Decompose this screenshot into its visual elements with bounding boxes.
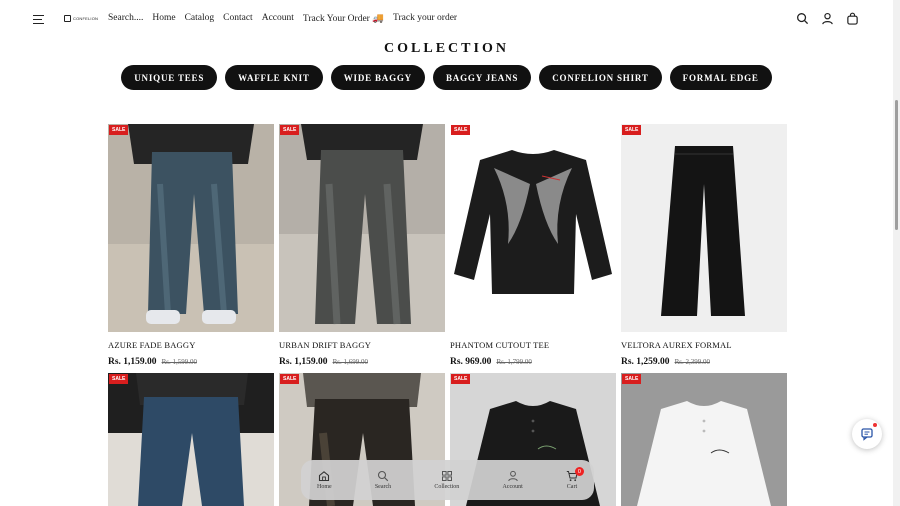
nav-account[interactable]: Account (262, 13, 294, 24)
bottom-nav-label: Account (502, 484, 523, 490)
jeans-photo (279, 124, 445, 332)
nav-home[interactable]: Home (152, 13, 175, 24)
logo-mark (64, 15, 71, 22)
nav-track-order[interactable]: Track Your Order 🚚 (303, 13, 384, 24)
product-card[interactable]: SALE (621, 373, 787, 506)
bottom-nav-cart[interactable]: 0 Cart (566, 460, 584, 500)
nav-search[interactable]: Search.... (108, 13, 143, 24)
product-image[interactable]: SALE (279, 124, 445, 332)
chat-button[interactable] (852, 419, 882, 449)
sale-badge: SALE (280, 125, 300, 135)
pill-unique-tees[interactable]: UNIQUE TEES (121, 65, 218, 90)
pill-waffle-knit[interactable]: WAFFLE KNIT (225, 65, 323, 90)
sale-price: Rs. 1,159.00 (108, 357, 157, 367)
product-name[interactable]: VELTORA AUREX FORMAL (621, 340, 787, 350)
pill-formal-edge[interactable]: FORMAL EDGE (669, 65, 772, 90)
search-icon (377, 470, 389, 482)
tee-photo (450, 124, 616, 332)
sale-price: Rs. 1,159.00 (279, 357, 328, 367)
product-card[interactable]: SALE (108, 373, 274, 506)
sale-badge: SALE (109, 125, 129, 135)
chat-icon (861, 428, 873, 441)
site-header: CONFELION Search.... Home Catalog Contac… (0, 0, 893, 40)
sale-badge: SALE (622, 374, 642, 384)
bottom-nav-account[interactable]: Account (502, 460, 523, 500)
product-prices: Rs. 969.00 Rs. 1,799.00 (450, 357, 616, 367)
user-icon (507, 470, 518, 482)
product-image[interactable]: SALE (450, 124, 616, 332)
sale-badge: SALE (451, 125, 471, 135)
nav-contact[interactable]: Contact (223, 13, 253, 24)
product-card[interactable]: SALE URBAN DRIFT BAGGY Rs. 1,159.00 Rs. … (279, 124, 445, 367)
menu-icon[interactable] (33, 15, 44, 25)
scrollbar-thumb[interactable] (895, 100, 898, 230)
notification-dot (873, 423, 877, 427)
original-price: Rs. 1,699.00 (332, 358, 368, 366)
product-name[interactable]: URBAN DRIFT BAGGY (279, 340, 445, 350)
collection-title: COLLECTION (384, 41, 509, 56)
bottom-nav-search[interactable]: Search (375, 460, 391, 500)
sale-badge: SALE (451, 374, 471, 384)
bag-icon[interactable] (846, 12, 859, 25)
product-name[interactable]: PHANTOM CUTOUT TEE (450, 340, 616, 350)
home-icon (319, 471, 330, 482)
account-icon[interactable] (821, 12, 834, 25)
product-image[interactable]: SALE (108, 373, 274, 506)
henley-photo (621, 373, 787, 506)
site-logo[interactable]: CONFELION (64, 15, 98, 22)
search-icon[interactable] (796, 12, 809, 25)
header-icons (796, 12, 859, 25)
product-image[interactable]: SALE (108, 124, 274, 332)
original-price: Rs. 1,799.00 (496, 358, 532, 366)
main-nav: Search.... Home Catalog Contact Account … (108, 13, 457, 24)
pill-wide-baggy[interactable]: WIDE BAGGY (330, 65, 425, 90)
original-price: Rs. 2,399.00 (674, 358, 710, 366)
sale-badge: SALE (280, 374, 300, 384)
logo-text: CONFELION (73, 16, 99, 21)
product-prices: Rs. 1,259.00 Rs. 2,399.00 (621, 357, 787, 367)
product-card[interactable]: SALE VELTORA AUREX FORMAL Rs. 1,259.00 R… (621, 124, 787, 367)
product-image[interactable]: SALE (621, 373, 787, 506)
sale-price: Rs. 1,259.00 (621, 357, 670, 367)
cart-count-badge: 0 (574, 467, 584, 476)
collection-pills: UNIQUE TEES WAFFLE KNIT WIDE BAGGY BAGGY… (0, 65, 893, 90)
product-prices: Rs. 1,159.00 Rs. 1,699.00 (279, 357, 445, 367)
product-name[interactable]: AZURE FADE BAGGY (108, 340, 274, 350)
bottom-nav-label: Search (374, 484, 392, 490)
bottom-nav-label: Collection (434, 484, 460, 490)
bottom-nav: Home Search Collection Account 0 Cart (301, 460, 594, 500)
nav-track-order-2[interactable]: Track your order (393, 13, 457, 24)
bottom-nav-label: Cart (566, 484, 578, 490)
page-scrollbar[interactable] (893, 0, 900, 506)
original-price: Rs. 1,599.00 (161, 358, 197, 366)
bottom-nav-label: Home (317, 484, 332, 490)
pill-baggy-jeans[interactable]: BAGGY JEANS (432, 65, 532, 90)
jeans-photo (108, 124, 274, 332)
sale-badge: SALE (622, 125, 642, 135)
sale-badge: SALE (109, 374, 129, 384)
jeans-photo (108, 373, 274, 506)
nav-catalog[interactable]: Catalog (185, 13, 215, 24)
grid-icon (441, 471, 452, 481)
product-card[interactable]: SALE AZURE FADE BAGGY Rs. 1,159.00 Rs. 1… (108, 124, 274, 367)
product-image[interactable]: SALE (621, 124, 787, 332)
pill-confelion-shirt[interactable]: CONFELION SHIRT (539, 65, 662, 90)
trousers-photo (621, 124, 787, 332)
bottom-nav-home[interactable]: Home (317, 460, 332, 500)
product-card[interactable]: SALE PHANTOM CUTOUT TEE Rs. 969.00 Rs. 1… (450, 124, 616, 367)
sale-price: Rs. 969.00 (450, 357, 492, 367)
product-prices: Rs. 1,159.00 Rs. 1,599.00 (108, 357, 274, 367)
bottom-nav-collection[interactable]: Collection (434, 460, 459, 500)
